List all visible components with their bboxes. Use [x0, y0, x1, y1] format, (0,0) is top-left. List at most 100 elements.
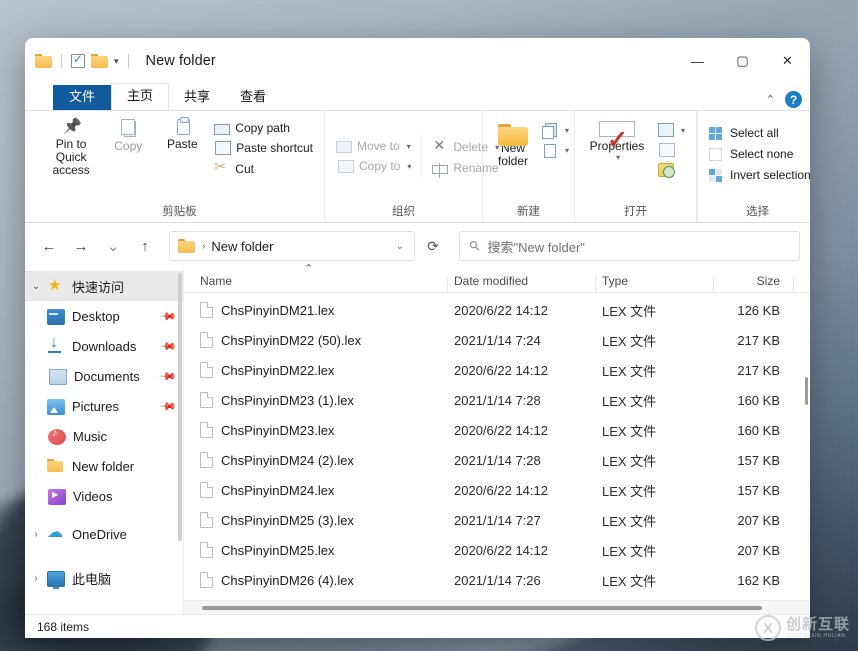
sidebar-item-onedrive[interactable]: › OneDrive — [25, 519, 183, 549]
help-button[interactable]: ? — [785, 91, 802, 108]
column-header-date-modified[interactable]: Date modified — [448, 274, 596, 288]
sidebar-item-quick-access[interactable]: ⌄ 快速访问 — [25, 271, 183, 301]
sidebar-item-downloads[interactable]: Downloads 📌 — [25, 331, 183, 361]
tab-share[interactable]: 共享 — [169, 85, 225, 110]
quick-access-twisty-icon[interactable]: ⌄ — [25, 281, 47, 292]
copy-path-button[interactable]: Copy path — [210, 119, 317, 137]
file-name-cell[interactable]: ChsPinyinDM24 (2).lex — [194, 452, 448, 468]
properties-button[interactable]: Properties ▾ — [582, 119, 652, 164]
file-name-cell[interactable]: ChsPinyinDM25 (3).lex — [194, 512, 448, 528]
easy-access-icon — [542, 143, 558, 157]
file-name-cell[interactable]: ChsPinyinDM23.lex — [194, 422, 448, 438]
minimize-button[interactable]: — — [675, 38, 720, 84]
breadcrumb-current-folder[interactable]: New folder — [211, 239, 385, 254]
move-to-caret-icon[interactable]: ▾ — [407, 142, 411, 151]
customize-caret-icon[interactable]: ▾ — [114, 56, 119, 67]
forward-button[interactable]: → — [67, 232, 95, 260]
pin-indicator-icon[interactable]: 📌 — [159, 367, 178, 386]
select-none-button[interactable]: Select none — [705, 144, 810, 163]
recent-locations-button[interactable]: ⌄ — [99, 232, 127, 260]
copy-to-button[interactable]: Copy to ▾ — [332, 157, 415, 175]
sidebar-item-music[interactable]: Music — [25, 421, 183, 451]
history-button[interactable] — [654, 161, 689, 179]
pin-indicator-icon[interactable]: 📌 — [159, 397, 178, 416]
search-box[interactable]: ⚲ 搜索"New folder" — [459, 231, 800, 261]
sidebar-item-this-pc[interactable]: › 此电脑 — [25, 563, 183, 593]
pin-indicator-icon[interactable]: 📌 — [159, 337, 178, 356]
breadcrumb-folder-icon — [178, 239, 195, 253]
file-name-cell[interactable]: ChsPinyinDM22 (50).lex — [194, 332, 448, 348]
cut-button[interactable]: Cut — [210, 159, 317, 179]
table-row[interactable]: ChsPinyinDM23.lex 2020/6/22 14:12 LEX 文件… — [184, 415, 810, 445]
tab-file[interactable]: 文件 — [53, 85, 111, 110]
paste-button[interactable]: Paste — [156, 117, 208, 153]
table-row[interactable]: ChsPinyinDM24 (2).lex 2021/1/14 7:28 LEX… — [184, 445, 810, 475]
open-with-button[interactable]: ▾ — [654, 121, 689, 139]
easy-access-caret-icon[interactable]: ▾ — [565, 146, 569, 155]
sidebar-item-new-folder[interactable]: New folder — [25, 451, 183, 481]
tab-home[interactable]: 主页 — [111, 83, 169, 110]
file-list-horizontal-scrollbar[interactable] — [184, 600, 810, 614]
up-button[interactable]: ↑ — [131, 232, 159, 260]
column-header-size[interactable]: Size — [714, 274, 794, 288]
file-name-cell[interactable]: ChsPinyinDM23 (1).lex — [194, 392, 448, 408]
onedrive-twisty-icon[interactable]: › — [25, 529, 47, 540]
file-list-vertical-scrollbar[interactable] — [805, 377, 808, 405]
copy-button[interactable]: Copy — [102, 117, 154, 155]
breadcrumb-caret-icon[interactable]: ⌄ — [392, 241, 408, 252]
sidebar-item-documents[interactable]: Documents 📌 — [25, 361, 183, 391]
file-size-cell: 160 KB — [714, 423, 794, 438]
pin-indicator-icon[interactable]: 📌 — [159, 307, 178, 326]
file-name-cell[interactable]: ChsPinyinDM25.lex — [194, 542, 448, 558]
collapse-ribbon-icon[interactable]: ⌃ — [766, 93, 775, 106]
properties-check-icon[interactable] — [71, 54, 85, 68]
new-folder-button[interactable]: New folder — [490, 121, 536, 170]
edit-button[interactable] — [654, 141, 689, 159]
table-row[interactable]: ChsPinyinDM23 (1).lex 2021/1/14 7:28 LEX… — [184, 385, 810, 415]
column-header-name[interactable]: Name ⌃ — [194, 274, 448, 288]
table-row[interactable]: ChsPinyinDM24.lex 2020/6/22 14:12 LEX 文件… — [184, 475, 810, 505]
explorer-folder-icon[interactable] — [35, 54, 52, 68]
easy-access-button[interactable]: ▾ — [538, 141, 573, 159]
move-to-button[interactable]: Move to ▾ — [332, 137, 415, 155]
sidebar-item-pictures[interactable]: Pictures 📌 — [25, 391, 183, 421]
sidebar-item-desktop[interactable]: Desktop 📌 — [25, 301, 183, 331]
search-input[interactable]: 搜索"New folder" — [488, 237, 585, 256]
new-item-caret-icon[interactable]: ▾ — [565, 126, 569, 135]
star-icon — [47, 278, 65, 294]
maximize-button[interactable]: ▢ — [720, 38, 765, 84]
file-name-cell[interactable]: ChsPinyinDM26 (4).lex — [194, 572, 448, 588]
copy-to-caret-icon[interactable]: ▾ — [407, 162, 411, 171]
table-row[interactable]: ChsPinyinDM22 (50).lex 2021/1/14 7:24 LE… — [184, 325, 810, 355]
table-row[interactable]: ChsPinyinDM25.lex 2020/6/22 14:12 LEX 文件… — [184, 535, 810, 565]
sidebar-scrollbar[interactable] — [178, 273, 182, 541]
close-button[interactable]: ✕ — [765, 38, 810, 84]
organize-group-label: 组织 — [332, 203, 475, 222]
watermark-chinese-text: 创新互联 — [786, 617, 850, 632]
pin-to-quick-access-button[interactable]: Pin to Quick access — [42, 117, 100, 179]
refresh-button[interactable]: ⟳ — [419, 232, 447, 260]
open-with-caret-icon[interactable]: ▾ — [681, 126, 685, 135]
paste-shortcut-button[interactable]: Paste shortcut — [210, 139, 317, 157]
invert-selection-button[interactable]: Invert selection — [705, 165, 810, 184]
file-name-cell[interactable]: ChsPinyinDM22.lex — [194, 362, 448, 378]
new-item-button[interactable]: ▾ — [538, 121, 573, 139]
sidebar-item-videos[interactable]: Videos — [25, 481, 183, 511]
table-row[interactable]: ChsPinyinDM26 (4).lex 2021/1/14 7:26 LEX… — [184, 565, 810, 595]
new-folder-icon[interactable] — [91, 54, 108, 68]
select-all-button[interactable]: Select all — [705, 123, 810, 142]
column-header-type[interactable]: Type — [596, 274, 714, 288]
properties-caret-icon[interactable]: ▾ — [616, 153, 620, 162]
table-row[interactable]: ChsPinyinDM21.lex 2020/6/22 14:12 LEX 文件… — [184, 295, 810, 325]
back-button[interactable]: ← — [35, 232, 63, 260]
this-pc-twisty-icon[interactable]: › — [25, 573, 47, 584]
horizontal-scrollbar-thumb[interactable] — [202, 606, 762, 610]
breadcrumb[interactable]: › New folder ⌄ — [169, 231, 415, 261]
tab-view[interactable]: 查看 — [225, 85, 281, 110]
table-row[interactable]: ChsPinyinDM22.lex 2020/6/22 14:12 LEX 文件… — [184, 355, 810, 385]
sidebar-label-pictures: Pictures — [72, 399, 119, 414]
file-type-cell: LEX 文件 — [596, 361, 714, 380]
table-row[interactable]: ChsPinyinDM25 (3).lex 2021/1/14 7:27 LEX… — [184, 505, 810, 535]
file-name-cell[interactable]: ChsPinyinDM21.lex — [194, 302, 448, 318]
file-name-cell[interactable]: ChsPinyinDM24.lex — [194, 482, 448, 498]
